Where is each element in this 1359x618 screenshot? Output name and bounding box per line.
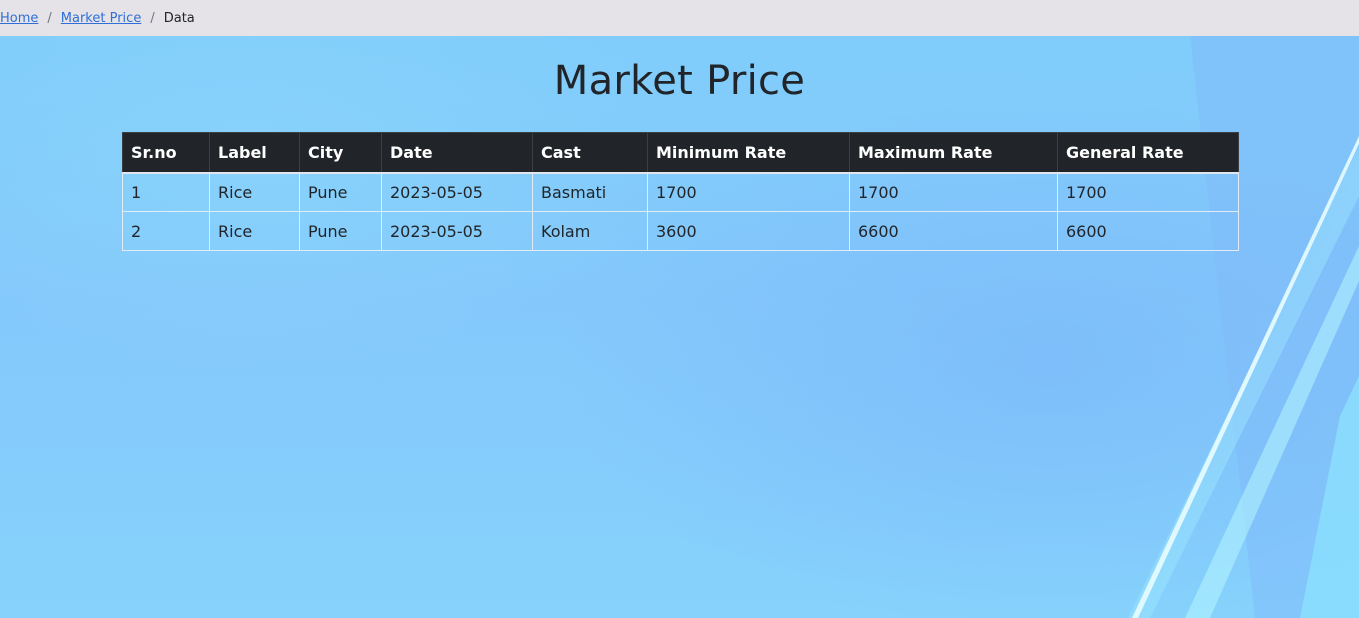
column-header-city[interactable]: City <box>299 132 382 174</box>
table-body: 1 Rice Pune 2023-05-05 Basmati 1700 1700… <box>122 172 1239 251</box>
cell-date: 2023-05-05 <box>381 211 533 251</box>
breadcrumb-current: Data <box>163 10 195 26</box>
cell-city: Pune <box>299 172 382 212</box>
cell-sr-no: 2 <box>122 211 210 251</box>
cell-minimum-rate: 3600 <box>647 211 850 251</box>
cell-general-rate: 1700 <box>1057 172 1239 212</box>
table-row: 1 Rice Pune 2023-05-05 Basmati 1700 1700… <box>122 172 1239 212</box>
market-price-table: Sr.no Label City Date Cast Minimum Rate … <box>122 132 1239 251</box>
table-header: Sr.no Label City Date Cast Minimum Rate … <box>122 132 1239 174</box>
cell-cast: Basmati <box>532 172 648 212</box>
table-header-row: Sr.no Label City Date Cast Minimum Rate … <box>122 132 1239 174</box>
cell-sr-no: 1 <box>122 172 210 212</box>
column-header-label[interactable]: Label <box>209 132 300 174</box>
breadcrumb-home-link[interactable]: Home <box>0 11 38 26</box>
cell-maximum-rate: 1700 <box>849 172 1058 212</box>
cell-city: Pune <box>299 211 382 251</box>
market-price-table-container: Sr.no Label City Date Cast Minimum Rate … <box>122 132 1239 251</box>
cell-general-rate: 6600 <box>1057 211 1239 251</box>
page-title: Market Price <box>553 58 806 104</box>
table-row: 2 Rice Pune 2023-05-05 Kolam 3600 6600 6… <box>122 211 1239 251</box>
cell-cast: Kolam <box>532 211 648 251</box>
column-header-sr-no[interactable]: Sr.no <box>122 132 210 174</box>
column-header-date[interactable]: Date <box>381 132 533 174</box>
cell-minimum-rate: 1700 <box>647 172 850 212</box>
column-header-maximum-rate[interactable]: Maximum Rate <box>849 132 1058 174</box>
cell-maximum-rate: 6600 <box>849 211 1058 251</box>
cell-label: Rice <box>209 172 300 212</box>
column-header-cast[interactable]: Cast <box>532 132 648 174</box>
breadcrumb-market-price-link[interactable]: Market Price <box>61 11 142 26</box>
cell-label: Rice <box>209 211 300 251</box>
column-header-minimum-rate[interactable]: Minimum Rate <box>647 132 850 174</box>
column-header-general-rate[interactable]: General Rate <box>1057 132 1239 174</box>
background-graphic <box>0 36 1359 618</box>
breadcrumb-separator: / <box>47 10 52 26</box>
breadcrumb: Home / Market Price / Data <box>0 0 1359 36</box>
background-light-streaks <box>1128 36 1359 618</box>
cell-date: 2023-05-05 <box>381 172 533 212</box>
breadcrumb-separator: / <box>150 10 155 26</box>
